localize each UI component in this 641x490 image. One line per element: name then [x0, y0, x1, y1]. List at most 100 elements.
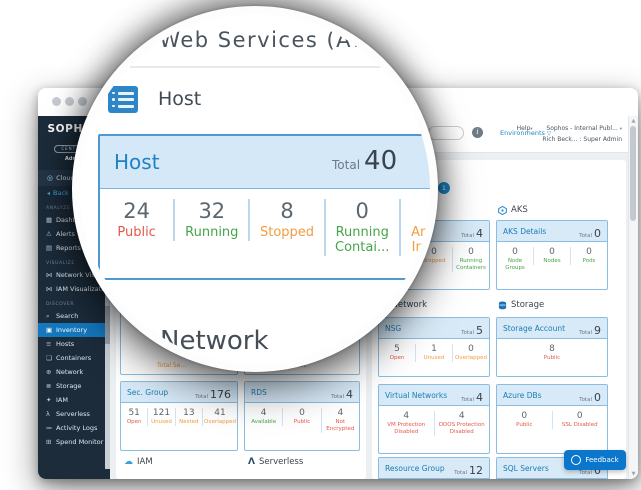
iam-cloud-icon: ☁: [124, 457, 133, 467]
stat: 0Node Groups: [497, 247, 533, 272]
search-input[interactable]: [428, 126, 464, 140]
sidebar-item-activity-logs[interactable]: ≔Activity Logs: [38, 421, 110, 435]
help-menu[interactable]: Help: [517, 125, 531, 132]
stat: 0Running Containers: [452, 247, 489, 272]
stat: 4VM Protection Disabled: [379, 411, 434, 436]
sidebar-item-label: Alerts: [56, 230, 75, 238]
stat: 0Public: [282, 408, 320, 426]
card-stats: 4Available0Public4Not Encrypted: [245, 403, 359, 450]
aks-details-card: AKS DetailsTotal00Node Groups0Nodes0Pods: [496, 220, 608, 290]
scroll-up-icon[interactable]: ▲: [629, 118, 638, 124]
stat: 8Stopped: [248, 199, 323, 241]
stat-label: Running Contai...: [327, 226, 398, 256]
card-header: Sec. Group Total176: [121, 382, 237, 403]
card-title-link[interactable]: AKS Details: [503, 227, 546, 236]
scroll-down-icon[interactable]: ▼: [629, 471, 638, 477]
card-header: HostTotal40: [100, 136, 430, 189]
card-title-link[interactable]: Storage Account: [503, 324, 565, 333]
content-scrollbar-thumb[interactable]: [630, 126, 636, 221]
sidebar-item-inventory[interactable]: ▣Inventory: [38, 323, 110, 337]
hosts-icon: ≡: [46, 340, 56, 348]
stat-label: DDOS Protection Disabled: [436, 422, 489, 436]
stat-label: SSL Disabled: [554, 422, 607, 429]
card-total: Total4: [461, 222, 483, 241]
card-title-link[interactable]: SQL Servers: [503, 464, 549, 473]
card-title-link[interactable]: Azure DBs: [503, 391, 542, 400]
stat-value: 4: [246, 408, 281, 418]
stat-value: 8: [498, 344, 606, 354]
sidebar-item-network[interactable]: ⊕Network: [38, 365, 110, 379]
sidebar-item-label: Hosts: [56, 340, 74, 348]
stat-value: 5: [380, 344, 414, 354]
stat-value: 4: [436, 411, 489, 421]
card-title-link[interactable]: RDS: [251, 388, 267, 397]
card-total: Total176: [195, 383, 231, 402]
sidebar-item-label: Activity Logs: [56, 424, 97, 432]
feedback-label: Feedback: [585, 456, 618, 464]
lambda-icon: Λ: [248, 457, 255, 467]
sidebar-item-storage[interactable]: ≣Storage: [38, 379, 110, 393]
card-title-link[interactable]: NSG: [385, 324, 401, 333]
window-control-icon[interactable]: [78, 97, 87, 106]
card-title-link[interactable]: Sec. Group: [127, 388, 168, 397]
card-header: NSGTotal5: [379, 318, 489, 339]
stat: 51Open: [121, 408, 147, 426]
stat-label: Open: [380, 355, 414, 362]
sidebar-item-label: Search: [56, 312, 78, 320]
card-total: Total0: [579, 222, 601, 241]
spend-monitor-icon: ⊞: [46, 438, 56, 446]
serverless-section-header[interactable]: Λ Serverless: [248, 457, 303, 467]
cloud-optix-icon: ◎: [47, 174, 53, 182]
sidebar-item-iam[interactable]: ✦IAM: [38, 393, 110, 407]
sidebar-item-spend-monitor[interactable]: ⊞Spend Monitor: [38, 435, 110, 449]
card-title-link[interactable]: Host: [114, 150, 160, 174]
stat-label: Not Encrypted: [323, 419, 358, 433]
aks-section-header[interactable]: AKS: [498, 205, 528, 215]
card-total: Total4: [331, 383, 353, 402]
section-label: AKS: [511, 205, 528, 215]
section-label: Storage: [511, 300, 544, 310]
host-server-icon: [108, 86, 138, 113]
storage-section-header[interactable]: Storage: [498, 300, 544, 310]
card-total: Total12: [454, 459, 483, 478]
stat-value: 121: [149, 408, 173, 418]
feedback-icon: [571, 455, 581, 465]
stat: 5Open: [379, 344, 415, 362]
sidebar-item-label: Network: [56, 368, 83, 376]
stat-value: 41: [204, 408, 236, 418]
back-label: Back: [53, 189, 69, 197]
card-title-link[interactable]: Virtual Networks: [385, 391, 447, 400]
stat-label: Nodes: [535, 258, 569, 265]
window-control-icon[interactable]: [52, 97, 61, 106]
tenant-menu[interactable]: Sophos - Internal Publ...: [546, 125, 617, 132]
card-header: Virtual NetworksTotal4: [379, 385, 489, 406]
stat-label: Node Groups: [498, 258, 532, 272]
sidebar-item-label: Storage: [56, 382, 81, 390]
feedback-button[interactable]: Feedback: [564, 450, 626, 470]
card-title-link[interactable]: Resource Group: [385, 464, 445, 473]
iam-section-header[interactable]: ☁ IAM: [124, 457, 153, 467]
content-scrollbar[interactable]: ▲ ▼: [628, 116, 638, 479]
sidebar-item-hosts[interactable]: ≡Hosts: [38, 337, 110, 351]
stat: 8Public: [497, 344, 607, 362]
sidebar-item-label: Inventory: [56, 326, 87, 334]
stat-label: Running Containers: [454, 258, 488, 272]
stat-label: Overlapped: [454, 355, 488, 362]
stat-value: 51: [122, 408, 146, 418]
inventory-icon: ▣: [46, 326, 56, 334]
window-control-icon[interactable]: [65, 97, 74, 106]
sidebar-item-serverless[interactable]: λServerless: [38, 407, 110, 421]
nsg-card: NSGTotal55Open1Unused0Overlapped: [378, 317, 490, 377]
sec-group-card: Sec. GroupTotal17651Open121Unused13Neste…: [120, 381, 238, 451]
stat: 4DDOS Protection Disabled: [434, 411, 490, 436]
magnified-widget-title: Host: [158, 88, 201, 110]
virtual-networks-card: Virtual NetworksTotal4 4VM Protection Dis…: [378, 384, 490, 454]
stat: 0Nodes: [533, 247, 570, 265]
info-icon[interactable]: i: [472, 127, 483, 138]
iam-visualization-icon: ⋈: [46, 285, 56, 293]
sidebar-item-search[interactable]: ⌕Search: [38, 309, 110, 323]
sidebar-item-containers[interactable]: ❏Containers: [38, 351, 110, 365]
stat-value: 0: [402, 199, 430, 223]
stat-value: 0: [535, 247, 569, 257]
user-role-label: Rich Beck... : Super Admin: [517, 135, 622, 145]
